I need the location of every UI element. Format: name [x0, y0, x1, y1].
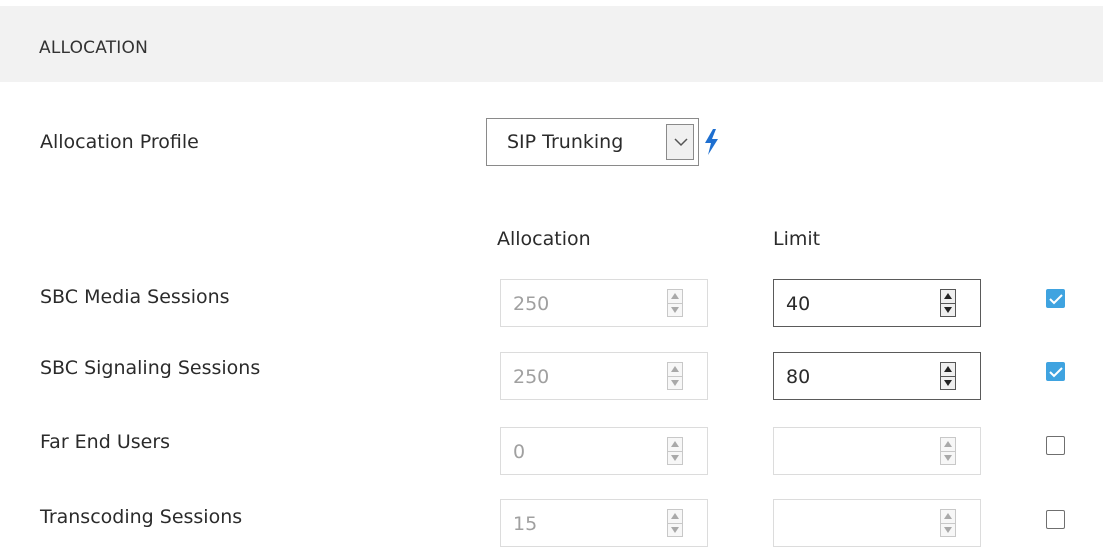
stepper-value: 250: [513, 293, 550, 315]
far-end-users-limit-checkbox[interactable]: [1046, 436, 1065, 455]
sbc-signaling-sessions-limit-checkbox[interactable]: [1046, 362, 1065, 381]
stepper-arrows-icon: [940, 509, 956, 537]
column-header-allocation: Allocation: [497, 228, 591, 250]
transcoding-sessions-limit-stepper: [773, 499, 981, 547]
stepper-arrows-icon: [667, 362, 683, 390]
stepper-value[interactable]: 80: [786, 366, 810, 388]
sbc-media-sessions-limit-checkbox[interactable]: [1046, 289, 1065, 308]
stepper-value: 0: [513, 441, 526, 463]
sbc-signaling-sessions-allocation-stepper: 250: [500, 352, 708, 400]
far-end-users-allocation-stepper: 0: [500, 427, 708, 475]
section-header: ALLOCATION: [0, 6, 1103, 82]
section-title: ALLOCATION: [39, 38, 149, 58]
transcoding-sessions-allocation-stepper: 15: [500, 499, 708, 547]
row-label-sbc-signaling-sessions: SBC Signaling Sessions: [40, 357, 261, 379]
stepper-arrows-icon: [940, 437, 956, 465]
stepper-arrows-icon[interactable]: [940, 289, 956, 317]
row-label-far-end-users: Far End Users: [40, 431, 171, 453]
sbc-media-sessions-limit-stepper[interactable]: 40: [773, 279, 981, 327]
sbc-signaling-sessions-limit-stepper[interactable]: 80: [773, 352, 981, 400]
allocation-profile-value: SIP Trunking: [507, 131, 624, 153]
stepper-arrows-icon[interactable]: [940, 362, 956, 390]
row-label-transcoding-sessions: Transcoding Sessions: [40, 506, 243, 528]
row-label-sbc-media-sessions: SBC Media Sessions: [40, 286, 230, 308]
column-header-limit: Limit: [773, 228, 821, 250]
transcoding-sessions-limit-checkbox[interactable]: [1046, 510, 1065, 529]
stepper-value[interactable]: 40: [786, 293, 810, 315]
lightning-bolt-icon[interactable]: [703, 129, 719, 159]
stepper-value: 250: [513, 366, 550, 388]
sbc-media-sessions-allocation-stepper: 250: [500, 279, 708, 327]
allocation-profile-select[interactable]: SIP Trunking: [486, 118, 699, 166]
chevron-down-icon[interactable]: [666, 124, 694, 160]
stepper-value: 15: [513, 513, 538, 535]
stepper-arrows-icon: [667, 437, 683, 465]
far-end-users-limit-stepper: [773, 427, 981, 475]
stepper-arrows-icon: [667, 509, 683, 537]
stepper-arrows-icon: [667, 289, 683, 317]
allocation-profile-label: Allocation Profile: [40, 131, 199, 153]
